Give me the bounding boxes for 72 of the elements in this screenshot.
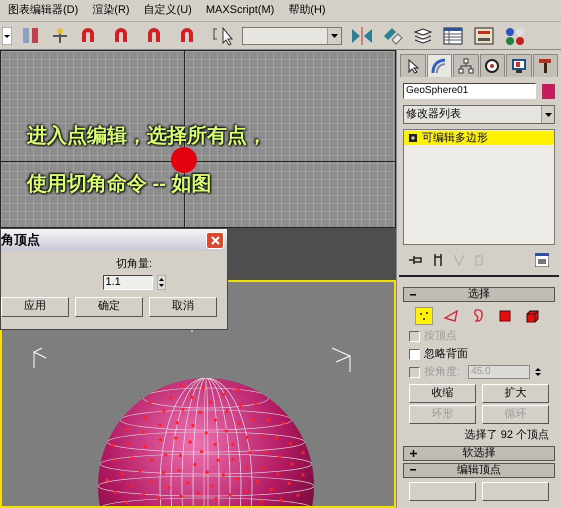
command-panel-tab[interactable]	[506, 54, 532, 77]
checkbox-label: 按顶点	[424, 328, 457, 344]
hammer-icon	[537, 58, 554, 74]
object-color-swatch[interactable]	[542, 84, 555, 98]
text-cursor-icon[interactable]	[211, 26, 233, 46]
arc-icon	[431, 58, 448, 74]
selection-set-field[interactable]	[242, 26, 342, 44]
object-name-field[interactable]: GeoSphere01	[403, 83, 536, 99]
menu-item[interactable]: MAXScript(M)	[206, 2, 274, 19]
checkbox[interactable]	[409, 348, 420, 360]
caret-icon	[331, 34, 338, 38]
rollout-header[interactable]: 软选择	[403, 446, 555, 460]
command-panel-tab[interactable]	[400, 54, 426, 77]
menu-item[interactable]: 帮助(H)	[288, 2, 326, 19]
edit-vertex-button[interactable]	[482, 482, 549, 500]
spinner-icon	[534, 365, 542, 379]
material-spheres-icon[interactable]	[504, 26, 526, 46]
dot-marker-icon	[171, 147, 197, 173]
cube-icon	[526, 310, 538, 322]
angle-field: 45.0	[468, 365, 530, 379]
vertex-dots-icon	[418, 310, 430, 322]
rollout-title: 软选择	[462, 446, 496, 461]
dropdown-arrow-icon[interactable]	[2, 26, 12, 44]
schematic-icon[interactable]	[473, 26, 495, 46]
modifier-list-dropdown[interactable]: 修改器列表	[403, 105, 555, 124]
square-icon	[499, 310, 511, 322]
menu-item[interactable]: 渲染(R)	[92, 2, 130, 19]
close-button[interactable]	[206, 232, 224, 248]
monitor-icon	[510, 58, 527, 74]
spinner-icon[interactable]	[156, 274, 166, 290]
rollout-title: 选择	[468, 287, 490, 302]
caret-icon	[544, 112, 552, 116]
menu-item[interactable]: 自定义(U)	[144, 2, 192, 19]
hierarchy-icon	[458, 58, 474, 74]
dialog-title: 角顶点	[1, 231, 40, 250]
triangle-edge-icon	[444, 310, 458, 322]
rollout-title: 编辑顶点	[457, 462, 501, 478]
spreadsheet-icon[interactable]	[442, 26, 464, 46]
edit-vertex-button[interactable]	[409, 482, 476, 500]
selection-button[interactable]: 收缩	[409, 384, 476, 403]
rollout-toggle-icon	[410, 450, 417, 456]
selection-button[interactable]: 扩大	[482, 384, 549, 403]
chamfer-amount-field[interactable]: 1.1	[102, 274, 152, 290]
wheel-icon	[484, 58, 500, 74]
checkbox-label: 按角度:	[424, 364, 460, 380]
checkbox-label: 忽略背面	[424, 346, 468, 362]
modifier-stack-item[interactable]: 可编辑多边形	[404, 131, 554, 145]
pin-icon[interactable]	[409, 254, 423, 266]
loop-icon	[472, 309, 484, 323]
subobject-level-button[interactable]	[415, 307, 433, 325]
rollout-header[interactable]: 编辑顶点	[403, 462, 555, 478]
selection-status-text: 选择了 92 个顶点	[464, 428, 549, 443]
dialog-button[interactable]: 取消	[149, 296, 217, 316]
chamfer-amount-label: 切角量:	[116, 257, 152, 272]
make-unique-icon	[453, 254, 465, 266]
filter-icon[interactable]	[21, 26, 41, 46]
command-panel-tab[interactable]	[453, 54, 478, 77]
command-panel-tab[interactable]	[532, 54, 558, 77]
dialog-button[interactable]: 确定	[75, 296, 143, 316]
dialog-button[interactable]: 应用	[1, 296, 69, 316]
close-icon	[210, 236, 220, 244]
show-end-result-icon[interactable]	[433, 254, 443, 266]
rollout-header[interactable]: 选择	[403, 287, 555, 302]
mirror-icon[interactable]	[351, 26, 373, 46]
command-panel-tab[interactable]	[480, 54, 505, 77]
axis-gizmo-icon[interactable]	[50, 26, 70, 46]
menu-item[interactable]: 图表编辑器(D)	[8, 2, 78, 19]
trash-icon	[475, 254, 483, 266]
layers-icon[interactable]	[413, 26, 433, 46]
align-icon[interactable]	[382, 26, 404, 46]
configure-sets-icon[interactable]	[535, 253, 549, 267]
expand-plus-icon	[409, 134, 417, 142]
